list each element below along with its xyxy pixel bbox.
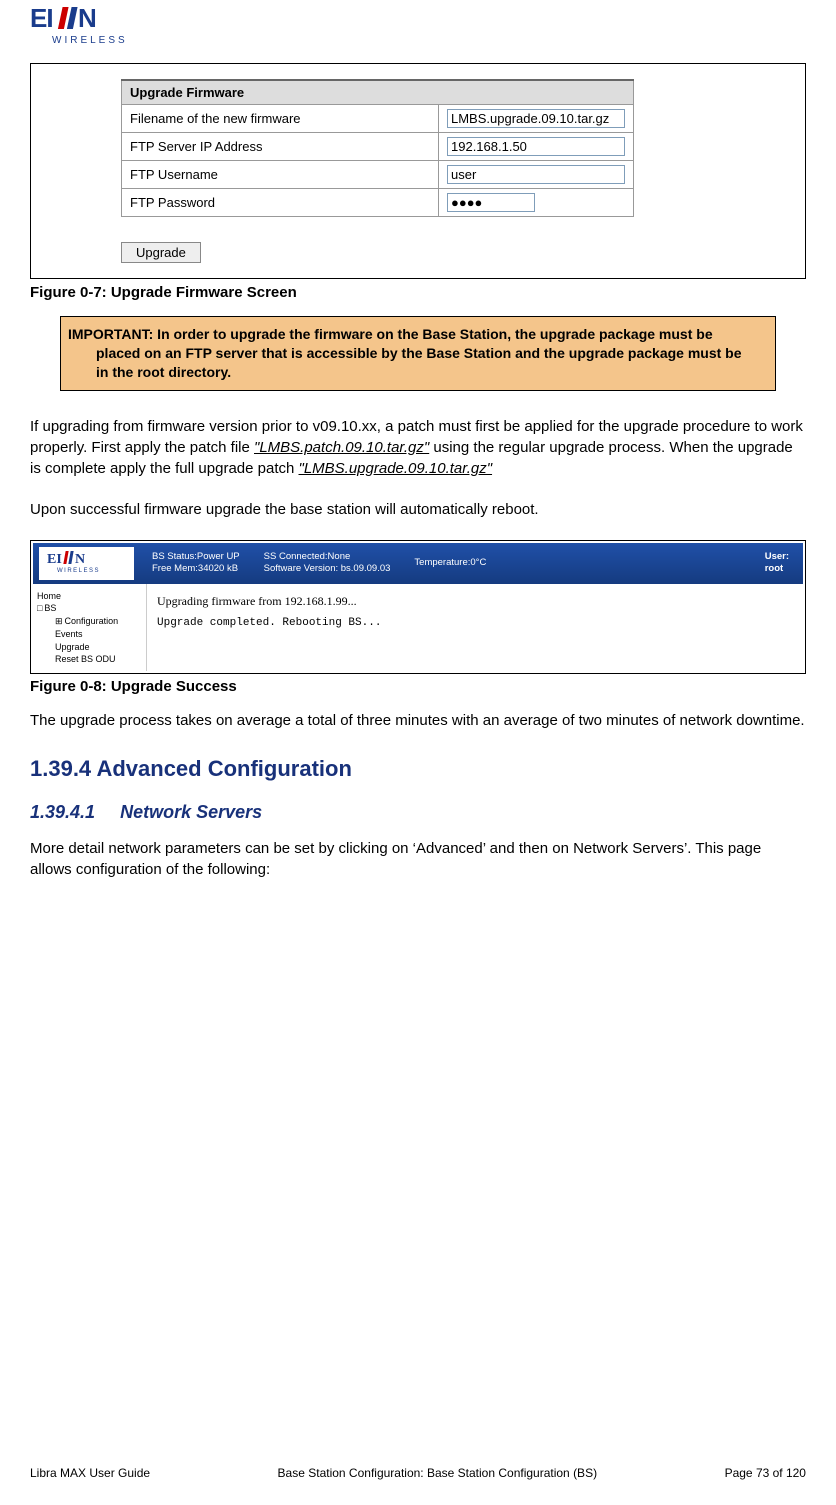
patch-instruction-paragraph: If upgrading from firmware version prior… bbox=[30, 416, 806, 479]
reboot-paragraph: Upon successful firmware upgrade the bas… bbox=[30, 499, 806, 520]
upgrade-form-table: Upgrade Firmware Filename of the new fir… bbox=[121, 79, 634, 217]
ftp-username-input[interactable] bbox=[447, 165, 625, 184]
svg-text:EI: EI bbox=[30, 5, 53, 33]
svg-text:N: N bbox=[78, 5, 96, 33]
figure-7-caption: Figure 0-7: Upgrade Firmware Screen bbox=[30, 284, 806, 301]
message-pane: Upgrading firmware from 192.168.1.99... … bbox=[147, 584, 803, 671]
table-row: FTP Password bbox=[122, 189, 634, 217]
upgrade-filename: "LMBS.upgrade.09.10.tar.gz" bbox=[299, 460, 493, 477]
footer-left: Libra MAX User Guide bbox=[30, 1466, 150, 1480]
ftp-ip-input[interactable] bbox=[447, 137, 625, 156]
nav-configuration[interactable]: ⊞Configuration bbox=[37, 615, 142, 628]
footer-center: Base Station Configuration: Base Station… bbox=[278, 1466, 598, 1480]
status-col-3: Temperature:0°C bbox=[402, 557, 498, 569]
svg-text:N: N bbox=[75, 552, 85, 567]
brand-logo: EI N WIRELESS bbox=[30, 5, 806, 53]
firmware-filename-input[interactable] bbox=[447, 109, 625, 128]
upgrade-button[interactable]: Upgrade bbox=[121, 242, 201, 263]
network-servers-paragraph: More detail network parameters can be se… bbox=[30, 838, 806, 880]
upgrade-msg-1: Upgrading firmware from 192.168.1.99... bbox=[157, 594, 793, 609]
figure-8-caption: Figure 0-8: Upgrade Success bbox=[30, 678, 806, 695]
footer-right: Page 73 of 120 bbox=[725, 1466, 806, 1480]
status-user: User: root bbox=[765, 551, 797, 576]
field-label: FTP Username bbox=[122, 161, 439, 189]
field-label: FTP Server IP Address bbox=[122, 133, 439, 161]
field-label: FTP Password bbox=[122, 189, 439, 217]
status-bar-logo: EI N WIRELESS bbox=[39, 547, 134, 580]
nav-tree: Home □BS ⊞Configuration Events Upgrade R… bbox=[33, 584, 147, 671]
duration-paragraph: The upgrade process takes on average a t… bbox=[30, 710, 806, 731]
section-heading-network-servers: 1.39.4.1 Network Servers bbox=[30, 802, 806, 823]
upgrade-msg-2: Upgrade completed. Rebooting BS... bbox=[157, 617, 793, 629]
status-col-1: BS Status:Power UP Free Mem:34020 kB bbox=[140, 551, 252, 576]
table-row: FTP Server IP Address bbox=[122, 133, 634, 161]
svg-text:EI: EI bbox=[47, 552, 62, 567]
patch-filename: "LMBS.patch.09.10.tar.gz" bbox=[254, 439, 429, 456]
ftp-password-input[interactable] bbox=[447, 193, 535, 212]
table-row: Filename of the new firmware bbox=[122, 105, 634, 133]
form-header: Upgrade Firmware bbox=[122, 80, 634, 105]
nav-upgrade[interactable]: Upgrade bbox=[37, 641, 142, 653]
table-row: FTP Username bbox=[122, 161, 634, 189]
upgrade-firmware-screenshot: Upgrade Firmware Filename of the new fir… bbox=[30, 63, 806, 279]
page-footer: Libra MAX User Guide Base Station Config… bbox=[30, 1466, 806, 1480]
nav-events[interactable]: Events bbox=[37, 628, 142, 640]
field-label: Filename of the new firmware bbox=[122, 105, 439, 133]
status-bar: EI N WIRELESS BS Status:Power UP Free Me… bbox=[33, 543, 803, 584]
logo-subtext: WIRELESS bbox=[52, 35, 128, 46]
svg-text:WIRELESS: WIRELESS bbox=[57, 568, 100, 574]
nav-home[interactable]: Home bbox=[37, 590, 142, 602]
section-heading-advanced-config: 1.39.4 Advanced Configuration bbox=[30, 756, 806, 782]
nav-reset[interactable]: Reset BS ODU bbox=[37, 653, 142, 665]
upgrade-success-screenshot: EI N WIRELESS BS Status:Power UP Free Me… bbox=[30, 540, 806, 674]
nav-bs[interactable]: □BS bbox=[37, 602, 142, 615]
important-callout: IMPORTANT: In order to upgrade the firmw… bbox=[60, 316, 776, 391]
status-col-2: SS Connected:None Software Version: bs.0… bbox=[252, 551, 403, 576]
